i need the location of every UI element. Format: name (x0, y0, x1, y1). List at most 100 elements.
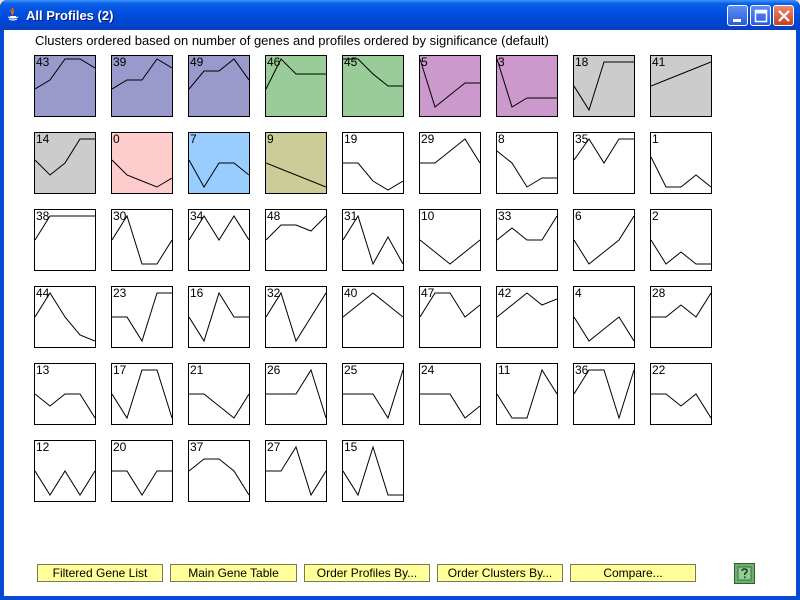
maximize-icon (754, 9, 768, 23)
profile-cell-6[interactable]: 6 (573, 209, 635, 271)
profile-cell-14[interactable]: 14 (34, 132, 96, 194)
profile-cell-19[interactable]: 19 (342, 132, 404, 194)
profile-cell-47[interactable]: 47 (419, 286, 481, 348)
profile-id-label: 46 (267, 55, 281, 69)
profile-cell-49[interactable]: 49 (188, 55, 250, 117)
profile-line-chart (651, 239, 711, 265)
profile-line (420, 239, 480, 265)
profile-cell-31[interactable]: 31 (342, 209, 404, 271)
order-profiles-button[interactable]: Order Profiles By... (304, 564, 430, 582)
help-button[interactable] (734, 563, 755, 584)
profile-cell-38[interactable]: 38 (34, 209, 96, 271)
close-button[interactable] (773, 5, 794, 26)
profile-line-chart (189, 159, 249, 188)
minimize-icon (733, 19, 741, 22)
profile-line-chart (112, 159, 172, 188)
profile-id-label: 15 (344, 440, 358, 454)
title-bar[interactable]: All Profiles (2) (0, 0, 800, 30)
profile-cell-37[interactable]: 37 (188, 440, 250, 502)
profile-line (189, 393, 249, 419)
profile-cell-39[interactable]: 39 (111, 55, 173, 117)
profile-cell-4[interactable]: 4 (573, 286, 635, 348)
profile-id-label: 19 (344, 132, 358, 146)
profile-cell-24[interactable]: 24 (419, 363, 481, 425)
profile-cell-0[interactable]: 0 (111, 132, 173, 194)
question-help-icon (737, 566, 752, 581)
profile-line (266, 291, 326, 343)
profile-cell-5[interactable]: 5 (419, 55, 481, 117)
profile-id-label: 6 (575, 209, 582, 223)
profile-cell-44[interactable]: 44 (34, 286, 96, 348)
profile-line (266, 162, 326, 188)
profile-id-label: 26 (267, 363, 281, 377)
profile-id-label: 27 (267, 440, 281, 454)
profile-line (189, 458, 249, 496)
profile-cell-29[interactable]: 29 (419, 132, 481, 194)
filtered-gene-list-button[interactable]: Filtered Gene List (37, 564, 163, 582)
profile-id-label: 42 (498, 286, 512, 300)
profile-line (189, 291, 249, 343)
profile-cell-18[interactable]: 18 (573, 55, 635, 117)
profile-id-label: 33 (498, 209, 512, 223)
profile-id-label: 4 (575, 286, 582, 300)
profile-cell-16[interactable]: 16 (188, 286, 250, 348)
profile-id-label: 47 (421, 286, 435, 300)
profile-cell-9[interactable]: 9 (265, 132, 327, 194)
profile-id-label: 41 (652, 55, 666, 69)
profile-cell-43[interactable]: 43 (34, 55, 96, 117)
profile-cell-36[interactable]: 36 (573, 363, 635, 425)
profile-cell-20[interactable]: 20 (111, 440, 173, 502)
profile-cell-7[interactable]: 7 (188, 132, 250, 194)
profile-cell-3[interactable]: 3 (496, 55, 558, 117)
client-area: Clusters ordered based on number of gene… (4, 30, 796, 596)
profile-cell-40[interactable]: 40 (342, 286, 404, 348)
profile-cell-35[interactable]: 35 (573, 132, 635, 194)
profile-cell-46[interactable]: 46 (265, 55, 327, 117)
profile-cell-25[interactable]: 25 (342, 363, 404, 425)
profile-cell-42[interactable]: 42 (496, 286, 558, 348)
profile-id-label: 25 (344, 363, 358, 377)
profile-cell-12[interactable]: 12 (34, 440, 96, 502)
profile-cell-41[interactable]: 41 (650, 55, 712, 117)
profile-cell-30[interactable]: 30 (111, 209, 173, 271)
maximize-button[interactable] (750, 5, 771, 26)
profile-cell-15[interactable]: 15 (342, 440, 404, 502)
profile-cell-33[interactable]: 33 (496, 209, 558, 271)
profile-cell-8[interactable]: 8 (496, 132, 558, 194)
profile-cell-32[interactable]: 32 (265, 286, 327, 348)
main-gene-table-button[interactable]: Main Gene Table (170, 564, 297, 582)
profile-id-label: 44 (36, 286, 50, 300)
order-clusters-button[interactable]: Order Clusters By... (437, 564, 563, 582)
profile-cell-26[interactable]: 26 (265, 363, 327, 425)
profile-cell-10[interactable]: 10 (419, 209, 481, 271)
profile-line-chart (574, 316, 634, 342)
profile-cell-48[interactable]: 48 (265, 209, 327, 271)
profile-cell-21[interactable]: 21 (188, 363, 250, 425)
profile-id-label: 20 (113, 440, 127, 454)
compare-button[interactable]: Compare... (570, 564, 696, 582)
all-profiles-window: All Profiles (2) Clusters ordered based … (0, 0, 800, 600)
profile-cell-28[interactable]: 28 (650, 286, 712, 348)
profile-cell-22[interactable]: 22 (650, 363, 712, 425)
profile-id-label: 10 (421, 209, 435, 223)
profile-id-label: 23 (113, 286, 127, 300)
profile-cell-11[interactable]: 11 (496, 363, 558, 425)
profile-cell-13[interactable]: 13 (34, 363, 96, 425)
profile-line (497, 368, 557, 419)
profile-line (266, 368, 326, 419)
window-title: All Profiles (2) (26, 8, 114, 23)
profile-id-label: 35 (575, 132, 589, 146)
profile-cell-34[interactable]: 34 (188, 209, 250, 271)
profile-cell-27[interactable]: 27 (265, 440, 327, 502)
profile-cell-17[interactable]: 17 (111, 363, 173, 425)
profile-id-label: 7 (190, 132, 197, 146)
profile-cell-2[interactable]: 2 (650, 209, 712, 271)
profile-cell-45[interactable]: 45 (342, 55, 404, 117)
profile-cell-1[interactable]: 1 (650, 132, 712, 194)
profile-line-chart (420, 58, 480, 108)
profile-cell-23[interactable]: 23 (111, 286, 173, 348)
profile-id-label: 24 (421, 363, 435, 377)
minimize-button[interactable] (727, 5, 748, 26)
profile-id-label: 9 (267, 132, 274, 146)
profile-id-label: 34 (190, 209, 204, 223)
